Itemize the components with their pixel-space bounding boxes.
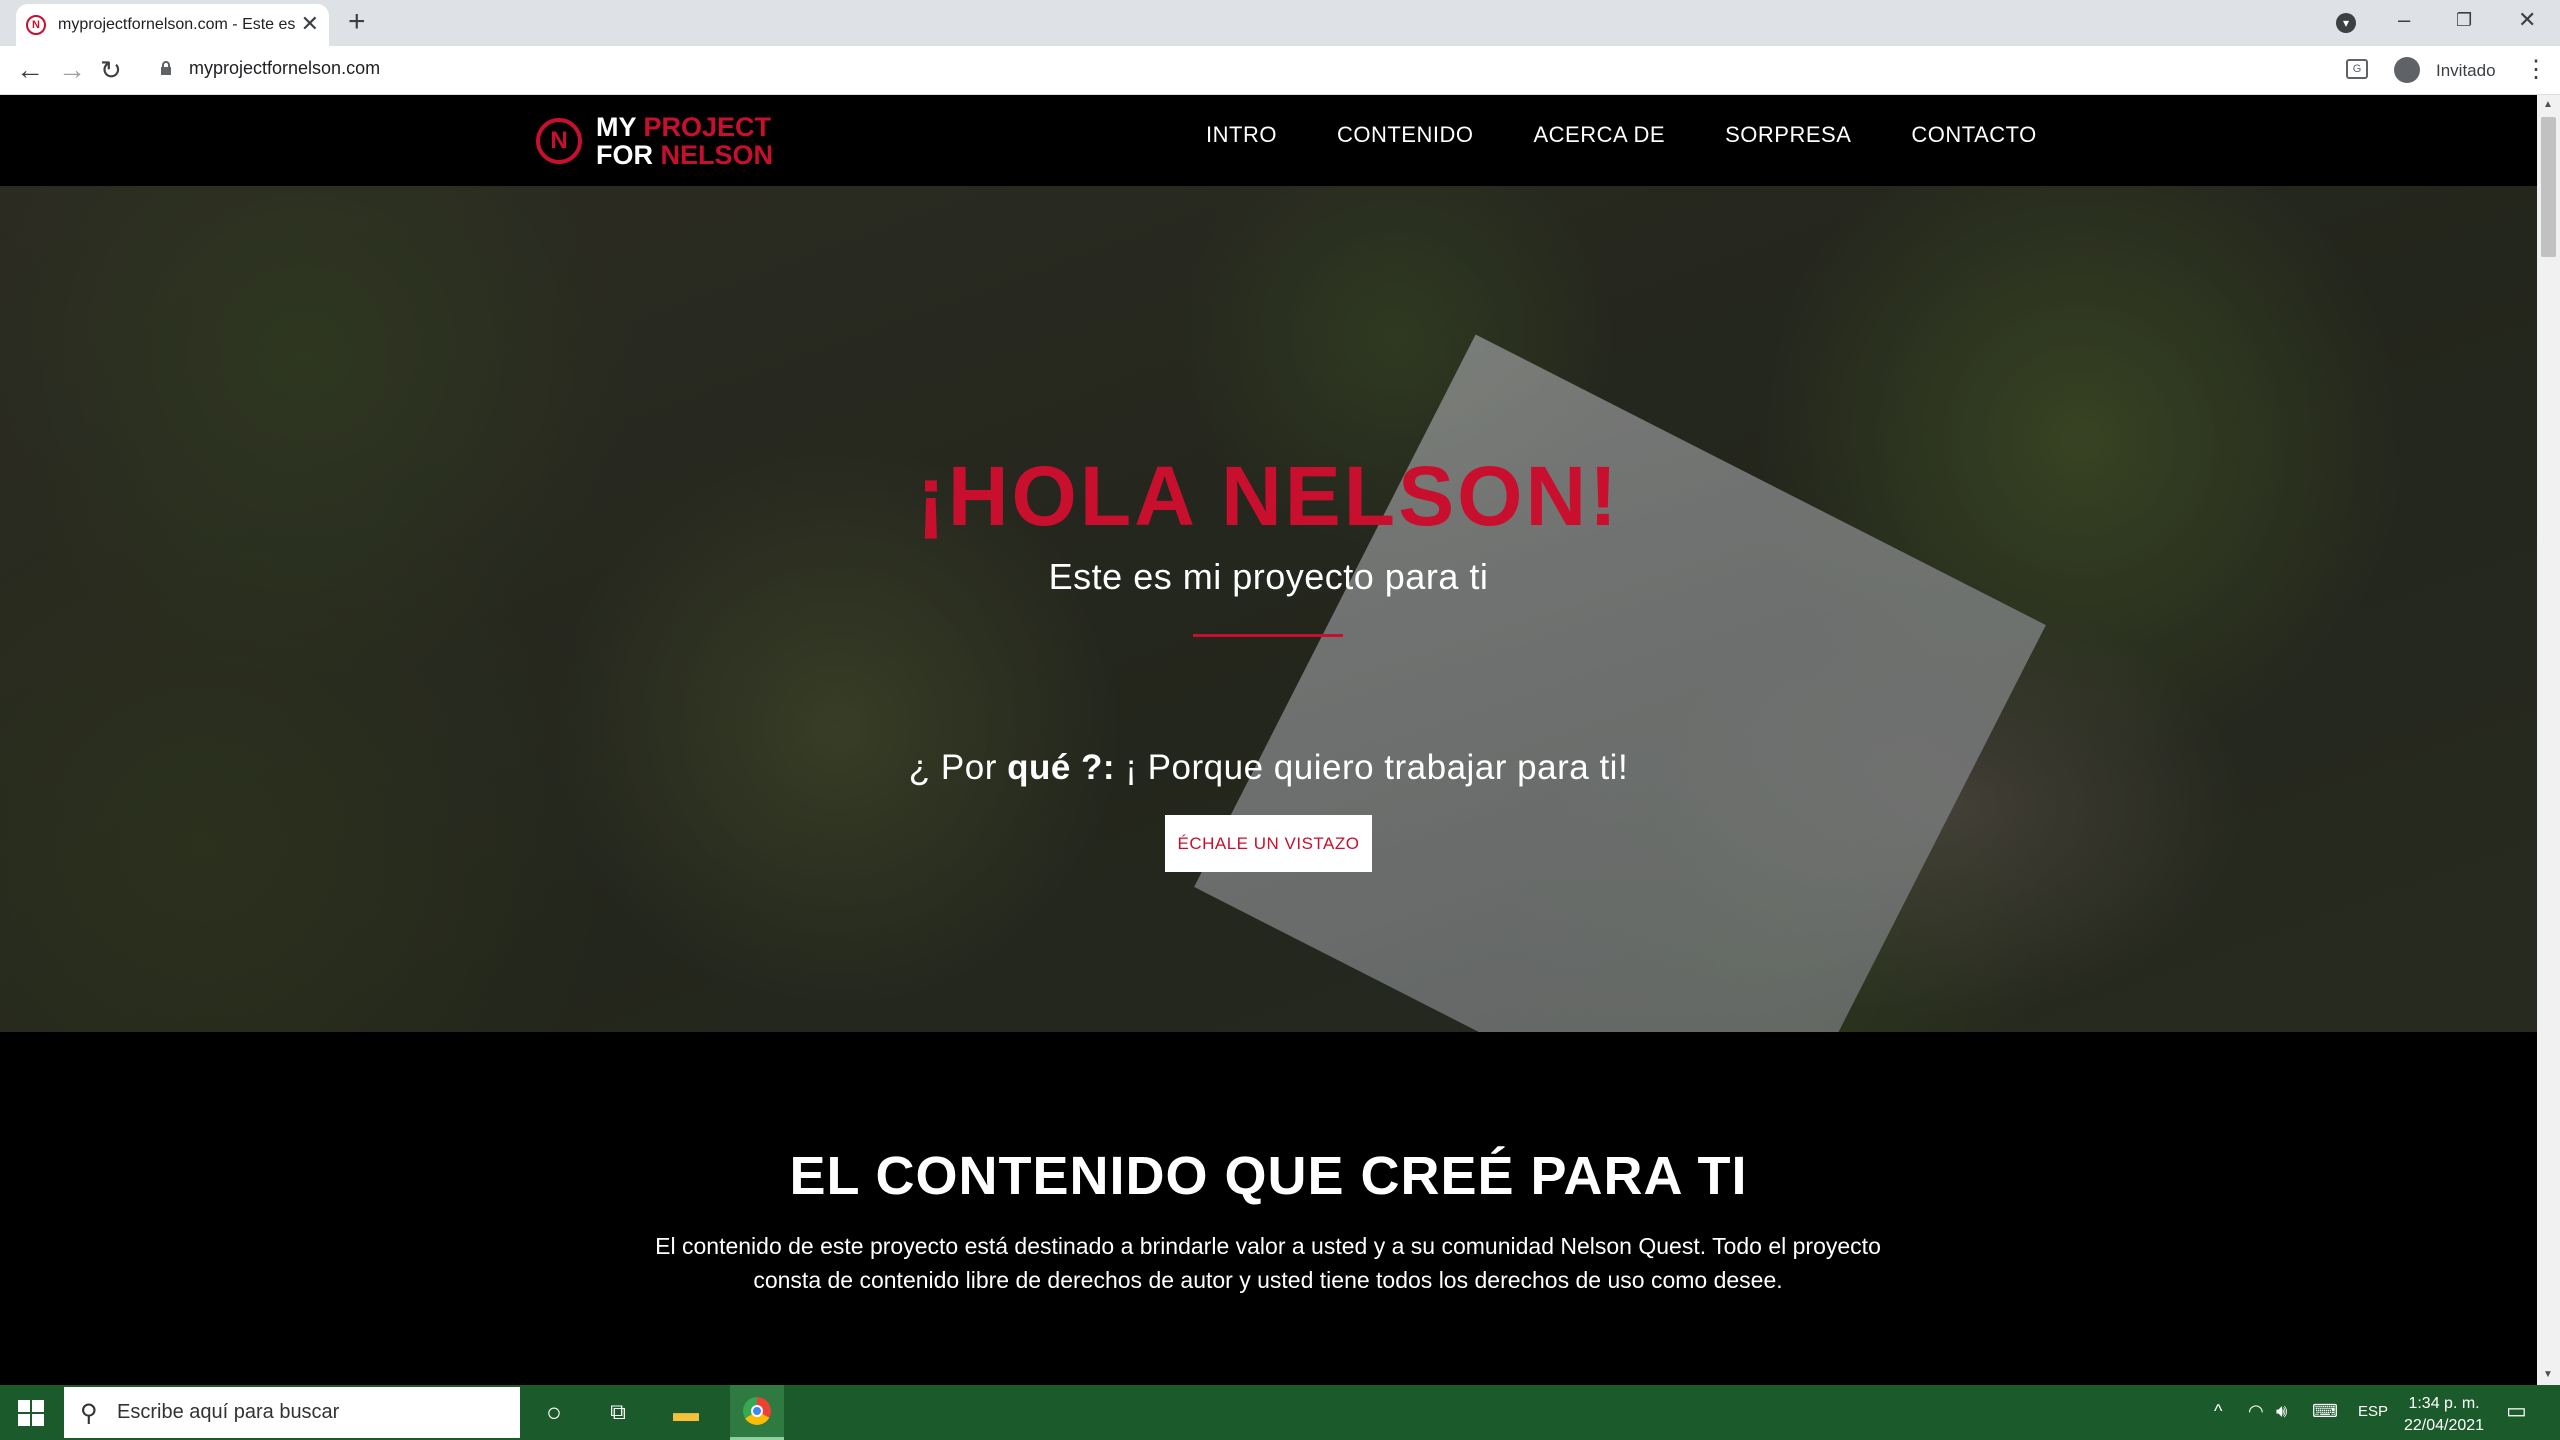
translate-icon[interactable]: G [2346, 59, 2368, 79]
reload-icon[interactable]: ↻ [100, 54, 122, 86]
notifications-icon[interactable]: ▭ [2506, 1398, 2527, 1424]
lock-icon[interactable] [160, 61, 172, 75]
hero-overlay [0, 186, 2537, 1032]
close-tab-icon[interactable]: ✕ [301, 12, 319, 36]
file-explorer-icon[interactable]: ▬ [666, 1397, 706, 1427]
content-section-text: El contenido de este proyecto está desti… [655, 1233, 1881, 1293]
new-tab-button[interactable]: + [348, 6, 366, 38]
scroll-up-icon[interactable]: ▲ [2543, 99, 2553, 110]
page-scrollbar[interactable]: ▲ ▼ [2537, 95, 2560, 1385]
tab-search-icon[interactable]: ▾ [2336, 13, 2356, 33]
logo-mark-icon: N [536, 118, 582, 164]
windows-taskbar: ⚲ Escribe aquí para buscar ○ ⧉ ▬ ^ ◠ 🔊︎ … [0, 1385, 2560, 1440]
tab-title: myprojectfornelson.com - Este es [58, 16, 296, 33]
restore-icon[interactable]: ❐ [2456, 6, 2472, 34]
input-language[interactable]: ESP [2358, 1403, 2388, 1420]
chrome-icon [743, 1397, 771, 1425]
hero-divider [1193, 634, 1343, 637]
nav-sorpresa[interactable]: SORPRESA [1725, 122, 1851, 148]
hero-cta-button[interactable]: ÉCHALE UN VISTAZO [1165, 815, 1372, 872]
taskbar-clock[interactable]: 1:34 p. m. 22/04/2021 [2404, 1393, 2484, 1437]
task-view-icon[interactable]: ⧉ [598, 1397, 638, 1427]
keyboard-icon[interactable]: ⌨ [2312, 1401, 2338, 1422]
hero-title: ¡HOLA NELSON! [916, 449, 1621, 543]
windows-start-icon[interactable] [18, 1400, 44, 1426]
clock-time: 1:34 p. m. [2408, 1395, 2480, 1412]
network-icon[interactable]: ◠ [2248, 1401, 2264, 1422]
address-bar[interactable]: myprojectfornelson.com [189, 58, 380, 79]
avatar-icon [2394, 57, 2420, 83]
back-arrow-icon[interactable]: ← [16, 54, 44, 86]
scroll-down-icon[interactable]: ▼ [2543, 1369, 2553, 1380]
scroll-thumb[interactable] [2541, 117, 2556, 257]
cortana-icon[interactable]: ○ [534, 1397, 574, 1427]
minimize-icon[interactable]: – [2398, 6, 2410, 34]
browser-menu-icon[interactable]: ⋮ [2524, 56, 2548, 84]
taskbar-chrome-button[interactable] [730, 1385, 784, 1440]
nav-contenido[interactable]: CONTENIDO [1337, 122, 1474, 148]
show-hidden-icons-icon[interactable]: ^ [2214, 1401, 2222, 1422]
clock-date: 22/04/2021 [2404, 1417, 2485, 1434]
profile-label: Invitado [2436, 61, 2496, 80]
taskbar-search-input[interactable]: ⚲ Escribe aquí para buscar [64, 1387, 520, 1438]
volume-icon[interactable]: 🔊︎ [2276, 1401, 2287, 1422]
nav-acerca-de[interactable]: ACERCA DE [1533, 122, 1665, 148]
browser-toolbar: ← → ↻ myprojectfornelson.com G Invitado … [0, 46, 2560, 95]
nav-intro[interactable]: INTRO [1206, 122, 1277, 148]
hero-subtitle: Este es mi proyecto para ti [1048, 556, 1489, 597]
hero-tagline: ¿ Por qué ?: ¡ Porque quiero trabajar pa… [908, 748, 1629, 787]
site-favicon-icon: N [26, 15, 46, 35]
taskbar-search-placeholder: Escribe aquí para buscar [117, 1401, 340, 1423]
browser-tab[interactable]: N myprojectfornelson.com - Este es ✕ [16, 4, 329, 46]
logo-text: MY PROJECT FOR NELSON [596, 112, 774, 170]
search-icon: ⚲ [80, 1400, 98, 1427]
forward-arrow-icon[interactable]: → [58, 54, 86, 86]
window-close-icon[interactable]: ✕ [2518, 6, 2536, 34]
page-viewport: N MY PROJECT FOR NELSON INTRO CONTENIDO … [0, 95, 2537, 1385]
content-section-title: EL CONTENIDO QUE CREÉ PARA TI [789, 1146, 1748, 1206]
site-header: N MY PROJECT FOR NELSON INTRO CONTENIDO … [0, 95, 2537, 186]
nav-contacto[interactable]: CONTACTO [1911, 122, 2036, 148]
hero-section: ¡HOLA NELSON! Este es mi proyecto para t… [0, 186, 2537, 1032]
browser-tabstrip: N myprojectfornelson.com - Este es ✕ + ▾… [0, 0, 2560, 46]
site-nav: INTRO CONTENIDO ACERCA DE SORPRESA CONTA… [1206, 122, 2097, 148]
